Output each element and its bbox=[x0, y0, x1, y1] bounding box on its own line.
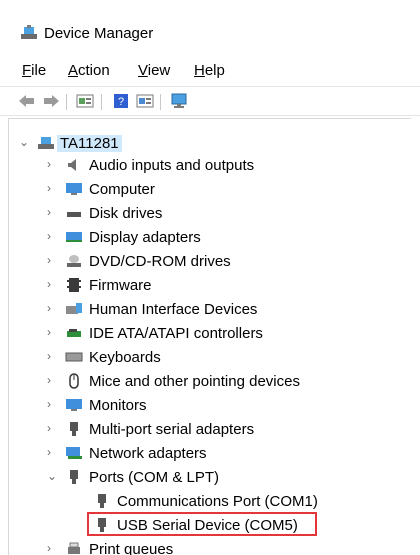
firmware-icon bbox=[67, 278, 81, 292]
chevron-right-icon[interactable]: › bbox=[47, 158, 59, 170]
tree-item-ports[interactable]: ⌄ Ports (COM & LPT) bbox=[9, 467, 409, 489]
tree-item-label: Keyboards bbox=[89, 349, 161, 366]
port-icon bbox=[70, 470, 78, 484]
toolbar: ? bbox=[0, 86, 420, 116]
tree-item-keyboards[interactable]: › Keyboards bbox=[9, 347, 409, 369]
toolbar-separator bbox=[160, 94, 161, 110]
back-arrow-icon[interactable] bbox=[18, 93, 36, 109]
tree-item-label: Human Interface Devices bbox=[89, 301, 258, 318]
chevron-right-icon[interactable]: › bbox=[47, 230, 59, 242]
chevron-right-icon[interactable]: › bbox=[47, 422, 59, 434]
tree-item-label: Mice and other pointing devices bbox=[89, 373, 300, 390]
tree-item-firmware[interactable]: › Firmware bbox=[9, 275, 409, 297]
hid-icon bbox=[66, 303, 82, 314]
computer-icon bbox=[66, 183, 82, 195]
computer-root-icon bbox=[38, 137, 54, 149]
properties-icon[interactable] bbox=[76, 93, 94, 109]
menu-help-label: elp bbox=[204, 62, 225, 79]
tree-item-label: Disk drives bbox=[89, 205, 163, 222]
mouse-icon bbox=[69, 373, 79, 389]
menu-file[interactable]: File bbox=[22, 62, 46, 79]
tree-item-label: Multi-port serial adapters bbox=[89, 421, 255, 438]
tree-item-ide[interactable]: › IDE ATA/ATAPI controllers bbox=[9, 323, 409, 345]
tree-item-network[interactable]: › Network adapters bbox=[9, 443, 409, 465]
menu-view-label: iew bbox=[147, 62, 171, 79]
monitor-icon bbox=[66, 399, 82, 411]
tree-item-print-queues[interactable]: › Print queues bbox=[9, 539, 409, 555]
tree-root[interactable]: ⌄ TA11281 bbox=[9, 133, 409, 155]
tree-item-label: Monitors bbox=[89, 397, 147, 414]
chevron-right-icon[interactable]: › bbox=[47, 278, 59, 290]
printer-icon bbox=[68, 542, 80, 554]
menu-action-label: ction bbox=[78, 62, 110, 79]
device-manager-icon bbox=[21, 25, 37, 39]
port-icon bbox=[98, 494, 106, 508]
highlight-box bbox=[87, 512, 317, 536]
tree-item-label: Computer bbox=[89, 181, 155, 198]
title-bar: Device Manager bbox=[0, 0, 420, 52]
tree-item-multiport[interactable]: › Multi-port serial adapters bbox=[9, 419, 409, 441]
tree-item-label: Ports (COM & LPT) bbox=[89, 469, 220, 486]
menu-view-accelerator: V bbox=[138, 62, 148, 79]
svg-text:?: ? bbox=[118, 96, 124, 108]
disk-drive-icon bbox=[67, 212, 81, 217]
tree-item-label: Print queues bbox=[89, 541, 174, 555]
monitor-icon[interactable] bbox=[170, 93, 188, 109]
chevron-right-icon[interactable]: › bbox=[47, 446, 59, 458]
help-icon[interactable]: ? bbox=[112, 93, 130, 109]
chevron-right-icon[interactable]: › bbox=[47, 302, 59, 314]
serial-adapter-icon bbox=[70, 422, 78, 436]
toolbar-separator bbox=[66, 94, 67, 110]
device-tree: ⌄ TA11281 › Audio inputs and outputs › C… bbox=[8, 118, 411, 555]
chevron-down-icon[interactable]: ⌄ bbox=[47, 470, 59, 482]
ide-controller-icon bbox=[67, 329, 81, 337]
scan-icon[interactable] bbox=[136, 93, 154, 109]
tree-item-label: Communications Port (COM1) bbox=[117, 493, 318, 510]
tree-item-audio[interactable]: › Audio inputs and outputs bbox=[9, 155, 409, 177]
menu-file-accelerator: F bbox=[22, 62, 32, 79]
toolbar-separator bbox=[101, 94, 102, 110]
menu-file-label: ile bbox=[31, 62, 47, 79]
tree-item-disk-drives[interactable]: › Disk drives bbox=[9, 203, 409, 225]
tree-item-display-adapters[interactable]: › Display adapters bbox=[9, 227, 409, 249]
tree-root-label: TA11281 bbox=[57, 135, 122, 152]
tree-item-hid[interactable]: › Human Interface Devices bbox=[9, 299, 409, 321]
chevron-right-icon[interactable]: › bbox=[47, 398, 59, 410]
tree-item-label: Firmware bbox=[89, 277, 152, 294]
chevron-right-icon[interactable]: › bbox=[47, 326, 59, 338]
tree-item-label: Display adapters bbox=[89, 229, 201, 246]
display-adapter-icon bbox=[66, 232, 82, 242]
tree-item-mice[interactable]: › Mice and other pointing devices bbox=[9, 371, 409, 393]
tree-item-monitors[interactable]: › Monitors bbox=[9, 395, 409, 417]
menu-help[interactable]: Help bbox=[194, 62, 225, 79]
dvd-drive-icon bbox=[67, 255, 81, 267]
menu-bar: File Action View Help bbox=[0, 56, 420, 84]
menu-action-accelerator: A bbox=[68, 62, 79, 79]
tree-item-label: DVD/CD-ROM drives bbox=[89, 253, 231, 270]
menu-view[interactable]: View bbox=[138, 62, 170, 79]
chevron-right-icon[interactable]: › bbox=[47, 374, 59, 386]
menu-action[interactable]: Action bbox=[68, 62, 110, 79]
tree-item-dvd[interactable]: › DVD/CD-ROM drives bbox=[9, 251, 409, 273]
menu-help-accelerator: H bbox=[194, 62, 205, 79]
chevron-right-icon[interactable]: › bbox=[47, 350, 59, 362]
tree-item-label: Audio inputs and outputs bbox=[89, 157, 255, 174]
window-title: Device Manager bbox=[44, 25, 154, 42]
chevron-right-icon[interactable]: › bbox=[47, 206, 59, 218]
tree-item-com1[interactable]: Communications Port (COM1) bbox=[9, 491, 409, 513]
tree-item-label: Network adapters bbox=[89, 445, 207, 462]
chevron-right-icon[interactable]: › bbox=[47, 182, 59, 194]
chevron-right-icon[interactable]: › bbox=[47, 542, 59, 554]
speaker-icon bbox=[68, 159, 76, 171]
forward-arrow-icon[interactable] bbox=[42, 93, 60, 109]
chevron-down-icon[interactable]: ⌄ bbox=[19, 136, 31, 148]
keyboard-icon bbox=[65, 352, 83, 362]
tree-item-label: IDE ATA/ATAPI controllers bbox=[89, 325, 263, 342]
network-adapter-icon bbox=[66, 447, 82, 459]
chevron-right-icon[interactable]: › bbox=[47, 254, 59, 266]
tree-item-computer[interactable]: › Computer bbox=[9, 179, 409, 201]
